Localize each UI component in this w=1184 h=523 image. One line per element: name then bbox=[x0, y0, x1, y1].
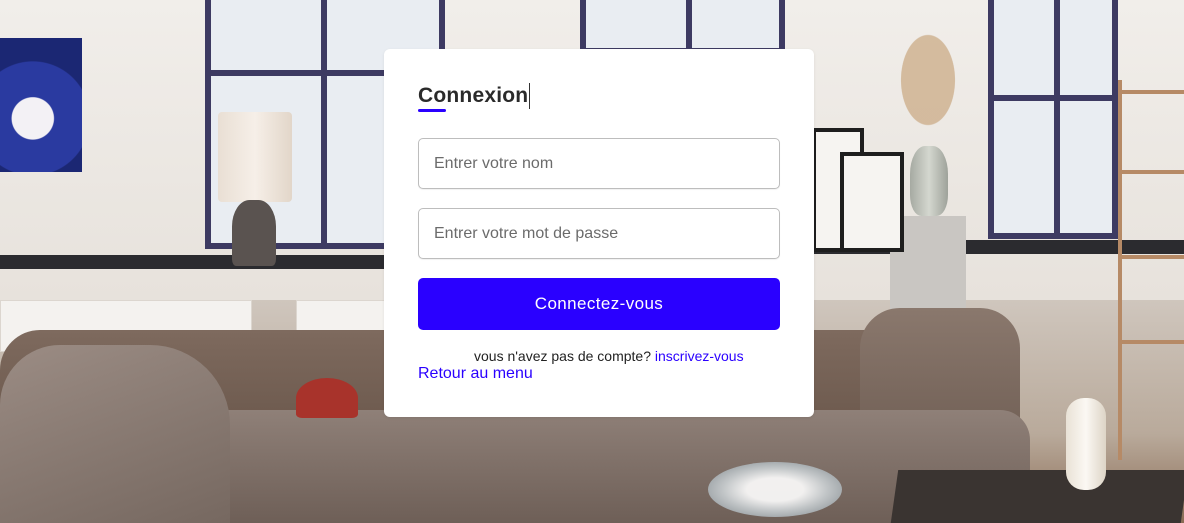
login-button[interactable]: Connectez-vous bbox=[418, 278, 780, 330]
title-accent-underline bbox=[418, 109, 446, 112]
signup-prompt: vous n'avez pas de compte? inscrivez-vou… bbox=[418, 348, 780, 365]
signup-link[interactable]: inscrivez-vous bbox=[655, 348, 744, 364]
signup-prompt-text: vous n'avez pas de compte? bbox=[474, 348, 652, 364]
name-input[interactable] bbox=[418, 138, 780, 189]
back-to-menu-link[interactable]: Retour au menu bbox=[418, 365, 533, 383]
password-input[interactable] bbox=[418, 208, 780, 259]
page-title-text: Connexion bbox=[418, 84, 529, 107]
login-card: Connexion Connectez-vous vous n'avez pas… bbox=[384, 49, 814, 417]
page-title: Connexion bbox=[418, 83, 531, 112]
